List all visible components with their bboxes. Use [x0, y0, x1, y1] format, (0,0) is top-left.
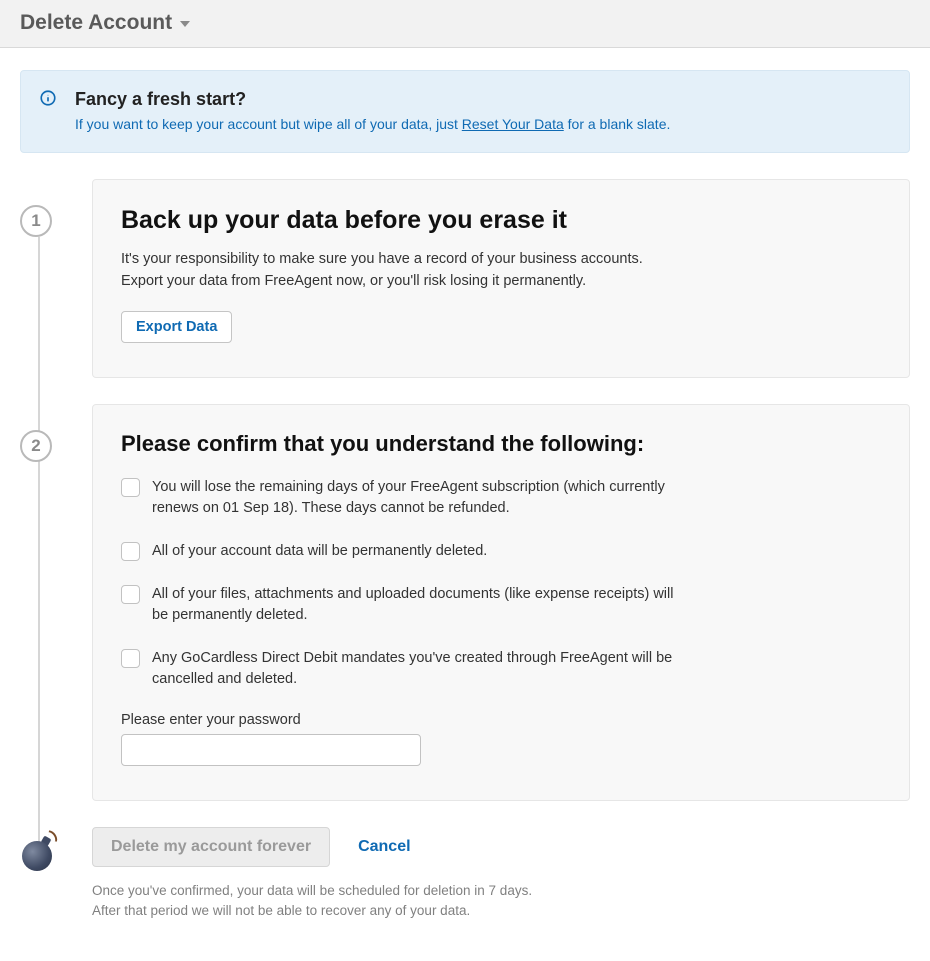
step-confirm: 2 Please confirm that you understand the… — [92, 404, 910, 801]
info-banner-text-suffix: for a blank slate. — [564, 116, 671, 132]
bomb-icon — [20, 833, 56, 869]
password-label: Please enter your password — [121, 712, 881, 728]
info-banner: Fancy a fresh start? If you want to keep… — [20, 70, 910, 153]
backup-text: It's your responsibility to make sure yo… — [121, 249, 881, 293]
info-banner-text: If you want to keep your account but wip… — [75, 116, 887, 132]
cancel-link[interactable]: Cancel — [358, 838, 410, 856]
step-marker-1: 1 — [20, 205, 52, 237]
action-buttons: Delete my account forever Cancel — [92, 827, 910, 867]
confirm-label-files: All of your files, attachments and uploa… — [152, 584, 681, 626]
action-note-line2: After that period we will not be able to… — [92, 903, 470, 918]
info-icon — [39, 89, 57, 112]
confirm-item-account-data: All of your account data will be permane… — [121, 541, 681, 562]
backup-text-line2: Export your data from FreeAgent now, or … — [121, 273, 586, 289]
checkbox-subscription[interactable] — [121, 478, 140, 497]
step-connector-line — [38, 237, 40, 851]
action-note: Once you've confirmed, your data will be… — [92, 881, 910, 922]
checkbox-files[interactable] — [121, 585, 140, 604]
info-banner-text-prefix: If you want to keep your account but wip… — [75, 116, 462, 132]
delete-account-button[interactable]: Delete my account forever — [92, 827, 330, 867]
step-backup: 1 Back up your data before you erase it … — [92, 179, 910, 378]
page-title-dropdown[interactable]: Delete Account — [20, 11, 910, 35]
info-banner-title: Fancy a fresh start? — [75, 89, 887, 110]
page-header: Delete Account — [0, 0, 930, 48]
steps-container: 1 Back up your data before you erase it … — [20, 179, 910, 921]
reset-data-link[interactable]: Reset Your Data — [462, 116, 564, 132]
password-input[interactable] — [121, 734, 421, 766]
chevron-down-icon — [180, 21, 190, 27]
confirm-title: Please confirm that you understand the f… — [121, 431, 881, 457]
action-note-line1: Once you've confirmed, your data will be… — [92, 883, 532, 898]
checkbox-gocardless[interactable] — [121, 649, 140, 668]
confirm-label-account-data: All of your account data will be permane… — [152, 541, 487, 562]
page-title: Delete Account — [20, 11, 172, 35]
step-actions: Delete my account forever Cancel Once yo… — [92, 827, 910, 922]
backup-card: Back up your data before you erase it It… — [92, 179, 910, 378]
checkbox-account-data[interactable] — [121, 542, 140, 561]
step-marker-2: 2 — [20, 430, 52, 462]
confirm-label-gocardless: Any GoCardless Direct Debit mandates you… — [152, 648, 681, 690]
backup-text-line1: It's your responsibility to make sure yo… — [121, 251, 643, 267]
export-data-button[interactable]: Export Data — [121, 311, 232, 343]
confirm-card: Please confirm that you understand the f… — [92, 404, 910, 801]
page-content: Fancy a fresh start? If you want to keep… — [0, 48, 930, 961]
backup-title: Back up your data before you erase it — [121, 206, 881, 235]
confirm-label-subscription: You will lose the remaining days of your… — [152, 477, 681, 519]
confirm-item-subscription: You will lose the remaining days of your… — [121, 477, 681, 519]
confirm-item-files: All of your files, attachments and uploa… — [121, 584, 681, 626]
confirm-item-gocardless: Any GoCardless Direct Debit mandates you… — [121, 648, 681, 690]
